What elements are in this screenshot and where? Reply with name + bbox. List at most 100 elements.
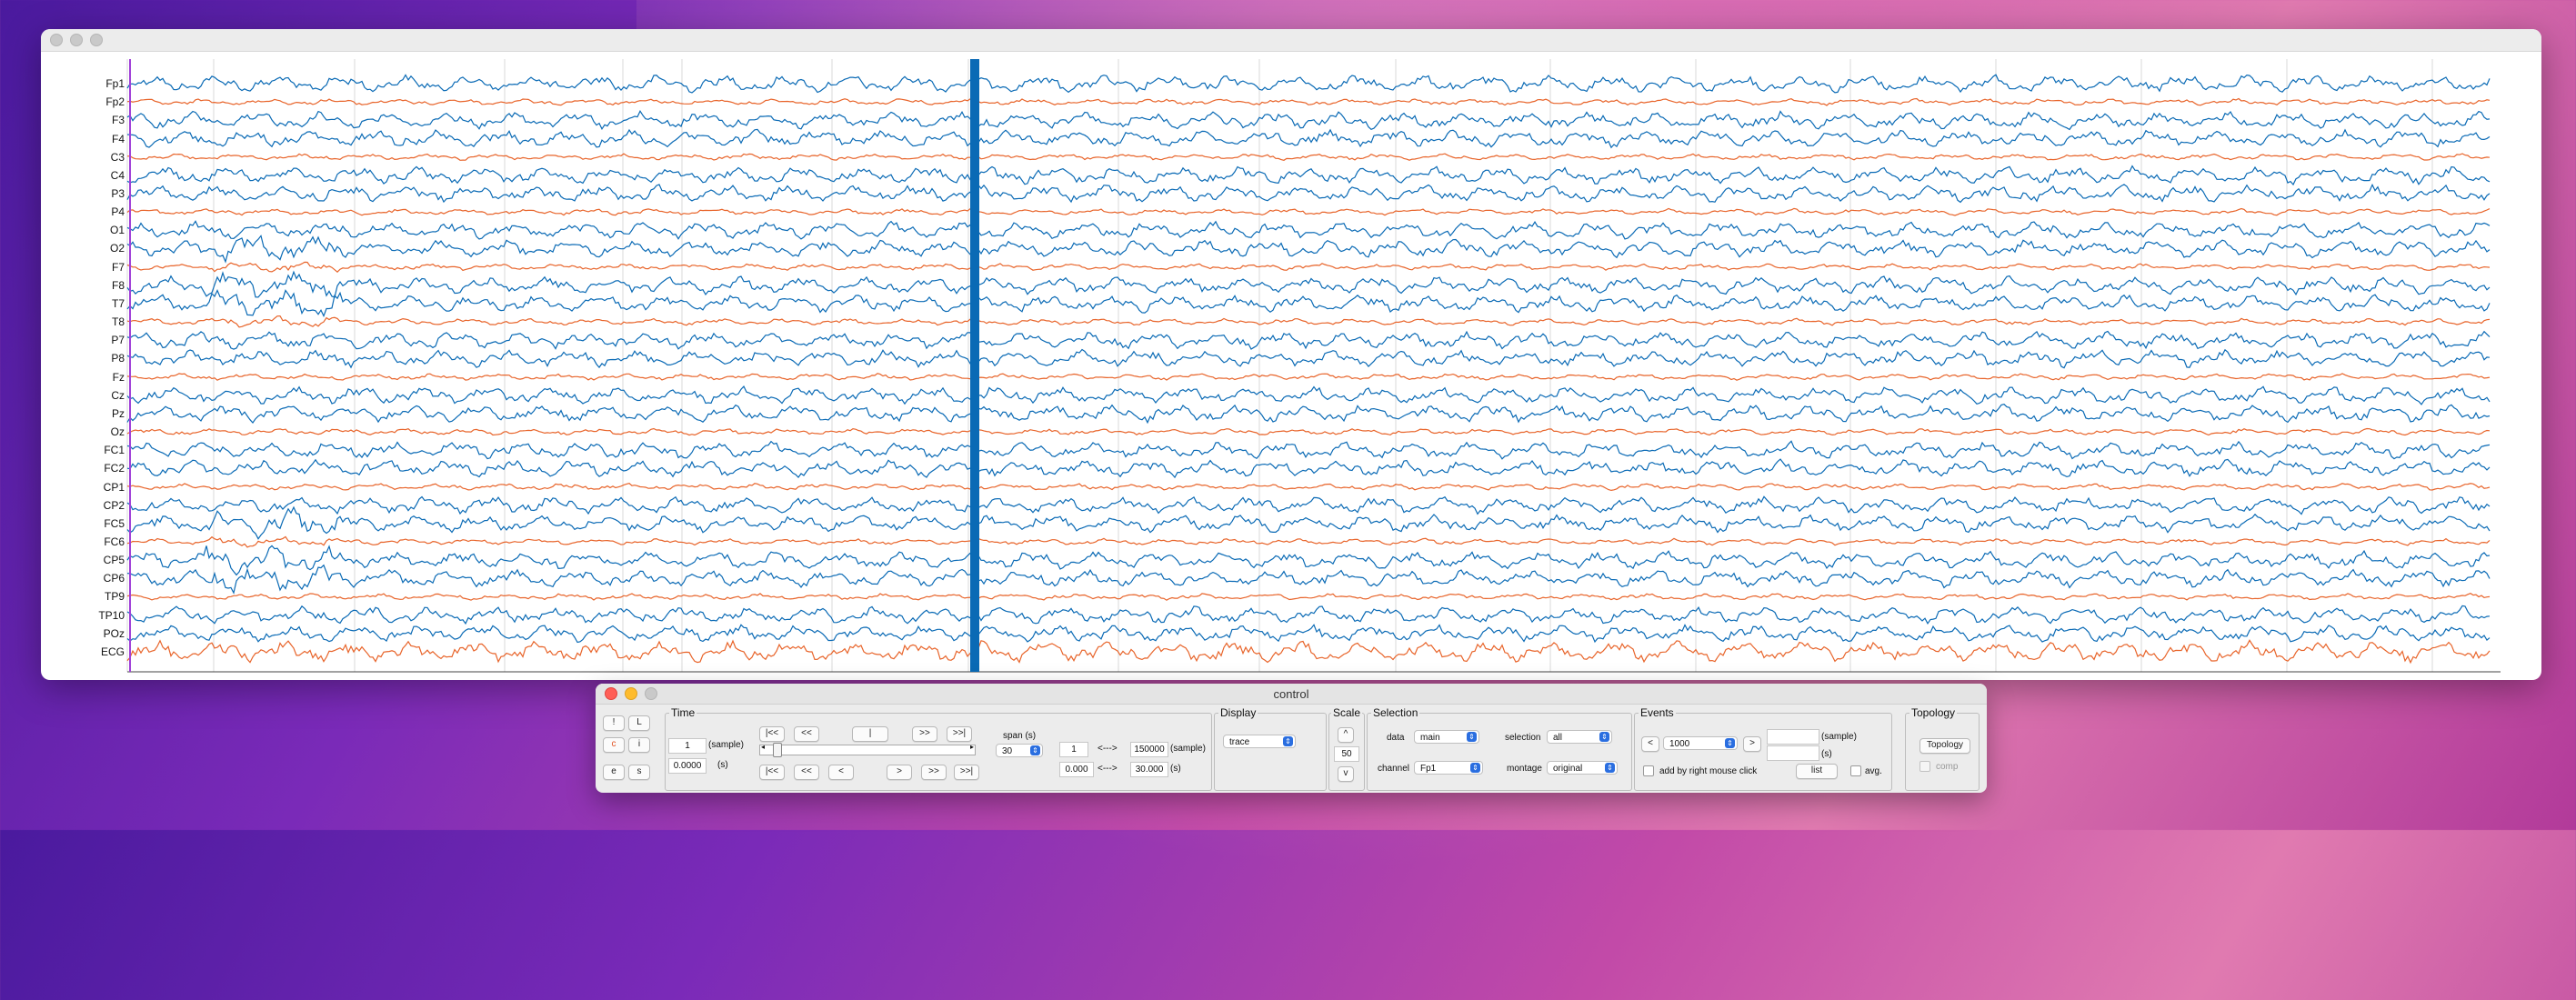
selection-select[interactable]: all ⇕ [1547,730,1612,744]
mark-button[interactable]: ! [603,715,625,731]
span-select[interactable]: 30 ⇕ [996,744,1043,757]
eeg-trace [126,385,2491,405]
span-value: 30 [1002,746,1013,756]
channel-label: P7 [111,334,125,347]
jump-start-button[interactable]: |<< [759,726,785,742]
channel-label: Fz [112,370,125,384]
event-sample-input[interactable] [1767,729,1819,745]
selection-stepper-icon[interactable]: ⇕ [1599,732,1609,742]
comp-checkbox[interactable] [1919,761,1930,772]
data-select[interactable]: main ⇕ [1414,730,1479,744]
display-panel: Display [1214,706,1327,791]
display-mode-value: trace [1229,737,1250,747]
time-slider[interactable]: ◂ ▸ [759,743,976,757]
selection-panel-title: Selection [1371,706,1420,719]
channel-label: CP1 [103,480,125,494]
channel-label: Oz [110,425,125,439]
eeg-traces-svg[interactable] [41,52,2541,680]
channel-label: ECG [100,645,125,658]
data-stepper-icon[interactable]: ⇕ [1467,732,1477,742]
topology-button[interactable]: Topology [1919,738,1970,754]
scale-down-button[interactable]: v [1338,766,1354,782]
event-list-button[interactable]: list [1796,764,1838,779]
previous-event-button[interactable]: < [1641,736,1659,752]
scale-value-input[interactable]: 50 [1334,746,1359,762]
event-stepper-icon[interactable]: ⇕ [1725,738,1735,748]
step-back-button[interactable]: < [828,765,854,780]
channel-label: T7 [111,296,125,310]
close-window-button[interactable] [50,34,63,46]
slider-left-arrow-icon[interactable]: ◂ [761,743,765,751]
event-select[interactable]: 1000 ⇕ [1663,736,1738,750]
range-end-time-input[interactable]: 30.000 [1130,762,1168,777]
zoom-window-button[interactable] [90,34,103,46]
channel-label: Pz [111,406,125,420]
display-panel-title: Display [1218,706,1258,719]
next-event-button[interactable]: > [1743,736,1761,752]
selection-panel: Selection [1367,706,1632,791]
save-button[interactable]: s [628,765,650,780]
eeg-trace [126,128,2491,149]
control-window-title: control [1273,686,1309,701]
channel-value: Fp1 [1420,764,1437,774]
average-label: avg. [1865,766,1882,776]
minimize-window-button[interactable] [70,34,83,46]
eeg-trace [126,74,2491,94]
eeg-trace [126,545,2491,576]
montage-value: original [1553,764,1583,774]
add-by-click-checkbox[interactable] [1643,765,1654,776]
add-by-click-label: add by right mouse click [1659,766,1758,776]
channel-label: FC1 [104,444,125,457]
channel-select[interactable]: Fp1 ⇕ [1414,761,1483,775]
eeg-trace [126,639,2491,665]
events-panel: Events [1634,706,1892,791]
time-panel-title: Time [669,706,697,719]
center-button[interactable]: | [852,726,888,742]
bottom-page-forward-button[interactable]: >> [921,765,947,780]
bottom-jump-start-button[interactable]: |<< [759,765,785,780]
current-time-input[interactable]: 0.0000 [668,758,707,774]
range-seconds-unit-label: (s) [1170,764,1181,774]
range-start-time-input[interactable]: 0.000 [1059,762,1094,777]
span-stepper-icon[interactable]: ⇕ [1030,745,1040,755]
channel-label: O1 [109,224,125,237]
info-button[interactable]: i [628,737,650,753]
channel-stepper-icon[interactable]: ⇕ [1470,763,1480,773]
cursor-button[interactable]: c [603,737,625,753]
page-back-button[interactable]: << [794,726,819,742]
page-forward-button[interactable]: >> [912,726,937,742]
channel-label: Fp2 [105,95,125,109]
channel-label: F3 [111,114,125,127]
channel-label: FC5 [104,516,125,530]
large-button[interactable]: L [628,715,650,731]
slider-right-arrow-icon[interactable]: ▸ [970,743,974,751]
channel-label: F4 [111,132,125,145]
eeg-trace [126,495,2491,515]
average-checkbox[interactable] [1850,765,1861,776]
bottom-jump-end-button[interactable]: >>| [954,765,979,780]
slider-thumb[interactable] [773,743,782,757]
jump-end-button[interactable]: >>| [947,726,972,742]
step-forward-button[interactable]: > [887,765,912,780]
range-start-sample-input[interactable]: 1 [1059,742,1088,757]
export-button[interactable]: e [603,765,625,780]
bottom-page-back-button[interactable]: << [794,765,819,780]
eeg-plot-area[interactable]: Fp1 Fp2 F3 F4 C3 C4 P3 P4 O1 O2 F7 F8 T7 T8 P7 P8 Fz Cz Pz… [41,52,2541,680]
selection-label: selection [1505,733,1541,743]
scale-up-button[interactable]: ^ [1338,727,1354,743]
range-end-sample-input[interactable]: 150000 [1130,742,1168,757]
display-mode-select[interactable]: trace ⇕ [1223,735,1296,748]
eeg-trace [126,235,2491,264]
display-mode-stepper-icon[interactable]: ⇕ [1283,736,1293,746]
span-label: span (s) [1003,731,1037,741]
event-time-input[interactable] [1767,745,1819,761]
topology-panel-title: Topology [1909,706,1958,719]
current-sample-input[interactable]: 1 [668,738,707,754]
channel-label: TP10 [98,608,125,622]
selection-value: all [1553,733,1563,743]
channel-label: CP5 [103,554,125,567]
montage-select[interactable]: original ⇕ [1547,761,1618,775]
channel-label: C4 [110,168,125,182]
montage-stepper-icon[interactable]: ⇕ [1605,763,1615,773]
data-label: data [1387,733,1405,743]
